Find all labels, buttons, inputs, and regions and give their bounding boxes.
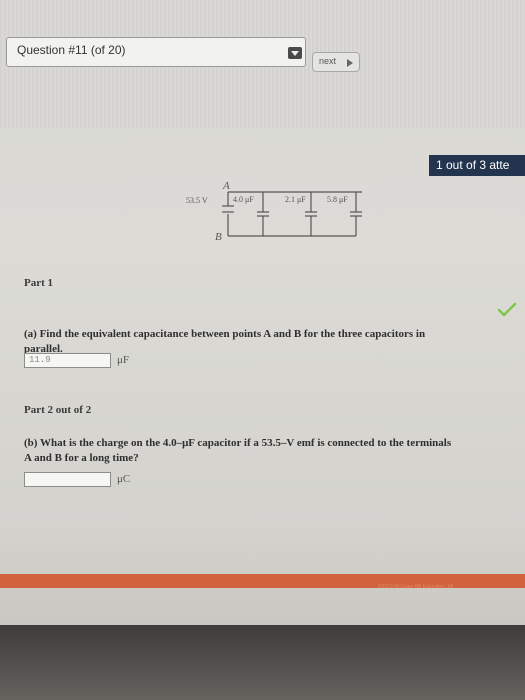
question-selector-label: Question #11 (of 20) (17, 43, 126, 57)
circuit-diagram: A B 53.5 V 4.0 μF 2.1 μF 5.8 μF (186, 180, 362, 242)
part1-heading: Part 1 (24, 277, 54, 289)
monitor-bezel (0, 625, 525, 700)
play-arrow-icon (347, 59, 353, 67)
part1-unit: μF (117, 354, 130, 366)
capacitor-2-label: 2.1 μF (285, 195, 306, 204)
question-selector[interactable]: Question #11 (of 20) (6, 37, 306, 67)
part2-unit: μC (117, 473, 131, 485)
correct-check-icon (497, 302, 517, 317)
part2-heading: Part 2 out of 2 (24, 404, 92, 416)
point-b-label: B (215, 231, 222, 242)
point-a-label: A (222, 180, 230, 192)
part2-question: (b) What is the charge on the 4.0–μF cap… (24, 436, 514, 466)
next-button-label: next (319, 56, 337, 66)
part1-answer-field[interactable]: 11.9 (24, 353, 111, 368)
part1-question-line1: (a) Find the equivalent capacitance betw… (24, 328, 426, 340)
part2-question-line1: (b) What is the charge on the 4.0–μF cap… (24, 437, 452, 449)
next-button[interactable]: next (312, 52, 360, 72)
part2-answer-field[interactable] (24, 472, 111, 487)
emf-label: 53.5 V (186, 196, 208, 205)
capacitor-1-label: 4.0 μF (233, 195, 254, 204)
chevron-down-icon[interactable] (288, 47, 302, 59)
capacitor-3-label: 5.8 μF (327, 195, 348, 204)
copyright-text: ©2013 McGraw-Hill Education. All (378, 584, 454, 590)
part2-question-line2: A and B for a long time? (24, 452, 139, 464)
app-screen: Question #11 (of 20) next 1 out of 3 att… (0, 0, 525, 625)
attempts-badge: 1 out of 3 atte (429, 155, 525, 176)
